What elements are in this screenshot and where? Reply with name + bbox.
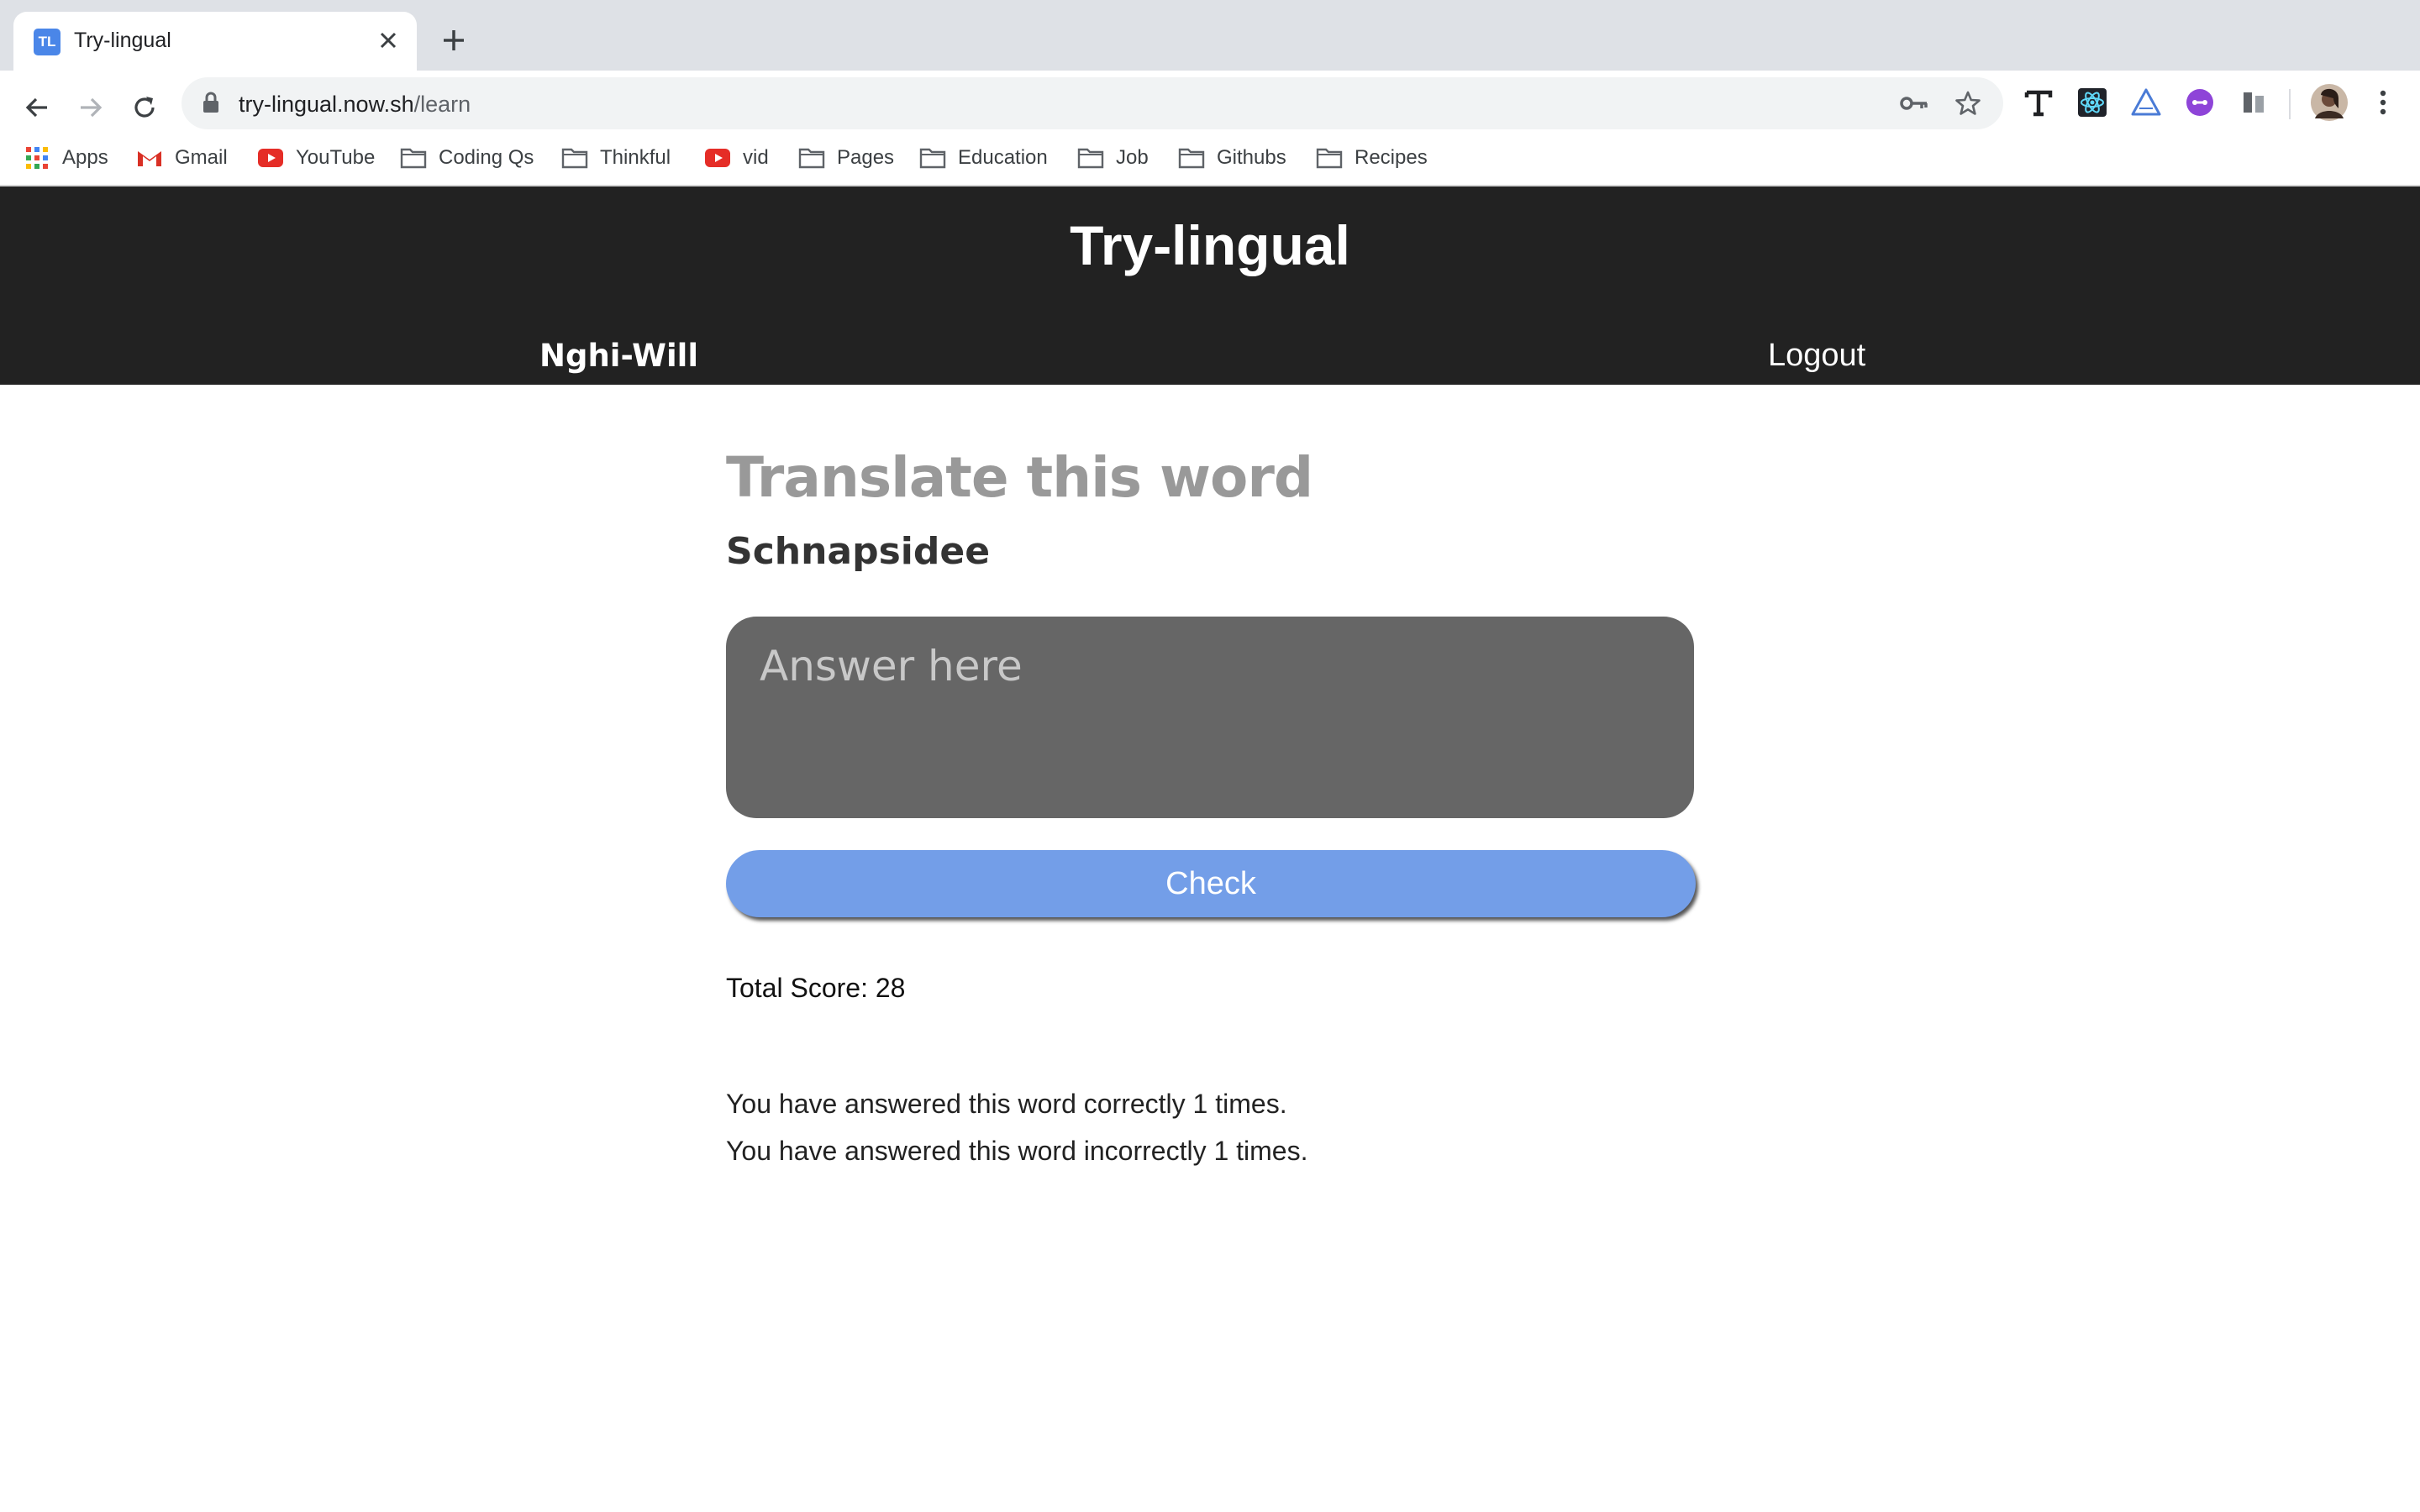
tab-title: Try-lingual (74, 29, 171, 52)
bookmark-label: Thinkful (600, 146, 671, 169)
app-title[interactable]: Try-lingual (0, 213, 2420, 277)
youtube-icon (704, 144, 731, 171)
folder-icon (400, 144, 427, 171)
bookmark-folder-job[interactable]: Job (1077, 141, 1149, 175)
bookmark-youtube[interactable]: YouTube (257, 141, 375, 175)
app-header: Try-lingual Nghi-Will Logout (0, 186, 2420, 385)
react-devtools-icon[interactable] (2075, 86, 2109, 119)
bookmark-label: vid (743, 146, 769, 169)
lock-icon[interactable] (202, 92, 220, 118)
page-title: Translate this word (726, 445, 1313, 510)
bookmark-folder-githubs[interactable]: Githubs (1178, 141, 1286, 175)
bookmark-folder-pages[interactable]: Pages (798, 141, 894, 175)
folder-icon (1316, 144, 1343, 171)
learn-panel: Translate this word Schnapsidee Check To… (726, 445, 1696, 1166)
folder-icon (1178, 144, 1205, 171)
browser-tab[interactable]: TL Try-lingual (13, 12, 417, 71)
forward-arrow-icon[interactable] (66, 82, 116, 133)
logout-link[interactable]: Logout (1768, 338, 1865, 374)
bookmark-vid[interactable]: vid (704, 141, 769, 175)
text-extension-icon[interactable] (2022, 86, 2055, 119)
tab-favicon-icon: TL (34, 29, 60, 55)
total-score: Total Score: 28 (726, 973, 906, 1003)
bookmark-label: Pages (837, 146, 895, 169)
answer-input[interactable] (726, 617, 1694, 818)
browser-tabstrip: TL Try-lingual (0, 0, 2420, 71)
profile-avatar[interactable] (2309, 82, 2349, 123)
purple-extension-icon[interactable] (2183, 86, 2217, 119)
bookmark-folder-coding-qs[interactable]: Coding Qs (400, 141, 534, 175)
bookmark-folder-thinkful[interactable]: Thinkful (561, 141, 671, 175)
bookmarks-bar: Apps Gmail YouTube Coding Qs Thinkful vi… (0, 129, 2420, 185)
apps-grid-icon (24, 144, 50, 171)
user-name: Nghi-Will (539, 338, 699, 374)
bookmark-label: Job (1116, 146, 1149, 169)
bookmark-label: Recipes (1355, 146, 1428, 169)
bookmark-apps[interactable]: Apps (24, 141, 108, 175)
bookmark-folder-education[interactable]: Education (919, 141, 1048, 175)
folder-icon (919, 144, 946, 171)
close-tab-icon[interactable] (373, 25, 403, 55)
bookmark-label: YouTube (296, 146, 376, 169)
folder-icon (561, 144, 588, 171)
correct-count-text: You have answered this word correctly 1 … (726, 1089, 1287, 1119)
gmail-icon (136, 144, 163, 171)
incorrect-count-text: You have answered this word incorrectly … (726, 1136, 1308, 1166)
triangle-extension-icon[interactable] (2129, 86, 2163, 119)
bookmark-label: Apps (62, 146, 108, 169)
menu-kebab-icon[interactable] (2366, 86, 2400, 119)
bookmark-star-icon[interactable] (1953, 88, 1983, 118)
youtube-icon (257, 144, 284, 171)
folder-icon (798, 144, 825, 171)
reload-icon[interactable] (119, 82, 170, 133)
bookmark-folder-recipes[interactable]: Recipes (1316, 141, 1428, 175)
folder-icon (1077, 144, 1104, 171)
new-tab-icon[interactable] (437, 24, 471, 57)
url-text[interactable]: try-lingual.now.sh/learn (239, 92, 471, 118)
toolbar-divider (2289, 89, 2291, 119)
bookmark-label: Coding Qs (439, 146, 534, 169)
bookmark-label: Education (958, 146, 1048, 169)
address-bar[interactable]: try-lingual.now.sh/learn (182, 77, 2003, 129)
bookmark-label: Githubs (1217, 146, 1286, 169)
word-to-translate: Schnapsidee (726, 530, 991, 573)
key-icon[interactable] (1899, 88, 1929, 118)
reader-extension-icon[interactable] (2237, 86, 2270, 119)
back-arrow-icon[interactable] (12, 82, 62, 133)
bookmark-label: Gmail (175, 146, 228, 169)
bookmark-gmail[interactable]: Gmail (136, 141, 228, 175)
check-button[interactable]: Check (726, 850, 1696, 917)
